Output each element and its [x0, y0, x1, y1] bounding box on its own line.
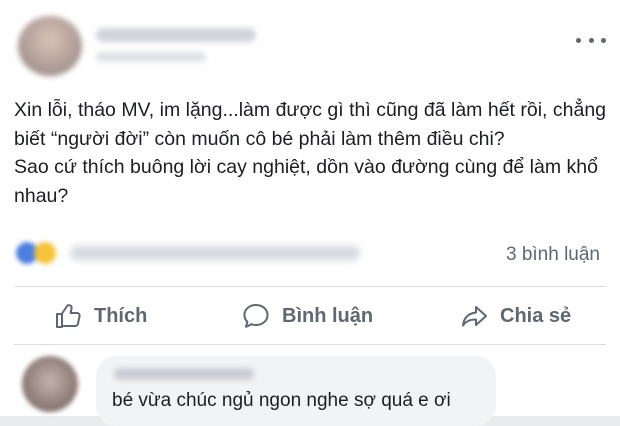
- action-bar: Thích Bình luận Chia sẻ: [0, 290, 620, 342]
- haha-reaction-icon: [34, 242, 56, 264]
- post-paragraph: Sao cứ thích buông lời cay nghiệt, dồn v…: [14, 156, 598, 207]
- author-name-blurred[interactable]: [96, 28, 256, 42]
- post-timestamp-blurred: [96, 52, 206, 62]
- reactions-summary[interactable]: [14, 238, 360, 272]
- author-avatar[interactable]: [18, 16, 82, 76]
- reactor-names-blurred: [70, 246, 360, 260]
- share-button[interactable]: Chia sẻ: [460, 290, 571, 342]
- comment-count-link[interactable]: 3 bình luận: [506, 244, 600, 266]
- like-label: Thích: [94, 304, 148, 327]
- comment-text: bé vừa chúc ngủ ngon nghe sợ quá e ơi: [112, 390, 451, 411]
- comment-item: bé vừa chúc ngủ ngon nghe sợ quá e ơi: [0, 350, 620, 426]
- share-label: Chia sẻ: [500, 304, 572, 327]
- commenter-name-blurred[interactable]: [114, 368, 254, 380]
- comment-button[interactable]: Bình luận: [242, 290, 373, 342]
- more-options-icon[interactable]: [576, 30, 606, 50]
- divider: [14, 344, 606, 345]
- post-header: [0, 0, 620, 90]
- thumbs-up-icon: [56, 304, 81, 328]
- commenter-avatar[interactable]: [22, 356, 78, 412]
- reaction-icons: [14, 240, 74, 266]
- share-arrow-icon: [462, 306, 487, 327]
- divider: [14, 286, 606, 287]
- like-button[interactable]: Thích: [54, 290, 147, 342]
- post-card: Xin lỗi, tháo MV, im lặng...làm được gì …: [0, 0, 620, 426]
- post-paragraph: Xin lỗi, tháo MV, im lặng...làm được gì …: [14, 99, 607, 150]
- post-body: Xin lỗi, tháo MV, im lặng...làm được gì …: [14, 96, 610, 210]
- comment-label: Bình luận: [282, 304, 374, 327]
- comment-bubble-icon: [243, 304, 269, 328]
